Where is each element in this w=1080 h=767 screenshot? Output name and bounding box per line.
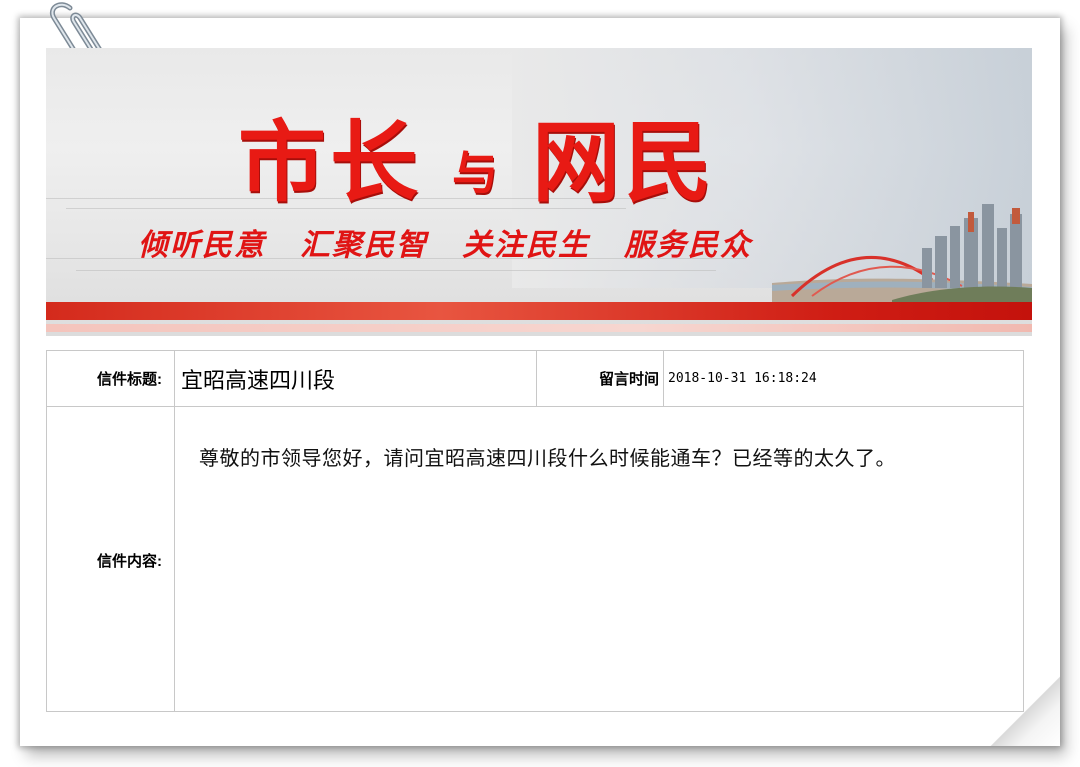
slogan-item: 汇聚民智	[300, 228, 428, 263]
banner-slogan: 倾听民意 汇聚民智 关注民生 服务民众	[138, 220, 786, 264]
slogan-item: 倾听民意	[138, 228, 266, 263]
title-mayor: 市长	[238, 110, 423, 214]
header-banner: 市长与网民 倾听民意 汇聚民智 关注民生 服务民众	[46, 48, 1032, 336]
city-skyline-image	[772, 204, 1032, 308]
subject-value: 宜昭高速四川段	[181, 368, 336, 394]
title-netizens: 网民	[532, 110, 717, 214]
time-label: 留言时间	[598, 371, 659, 388]
slogan-item: 服务民众	[624, 228, 752, 263]
content-label: 信件内容:	[97, 552, 162, 570]
content-value: 尊敬的市领导您好，请问宜昭高速四川段什么时候能通车？已经等的太久了。	[199, 446, 896, 470]
banner-red-stripe	[46, 302, 1032, 320]
slogan-item: 关注民生	[462, 228, 590, 263]
time-value: 2018-10-31 16:18:24	[668, 371, 817, 386]
title-and: 与	[452, 146, 503, 200]
subject-label: 信件标题:	[97, 371, 162, 388]
letter-table: 信件标题: 宜昭高速四川段 留言时间 2018-10-31 16:18:24 信…	[46, 350, 1024, 712]
banner-pale-stripe	[46, 324, 1032, 332]
banner-title: 市长与网民	[238, 92, 716, 219]
